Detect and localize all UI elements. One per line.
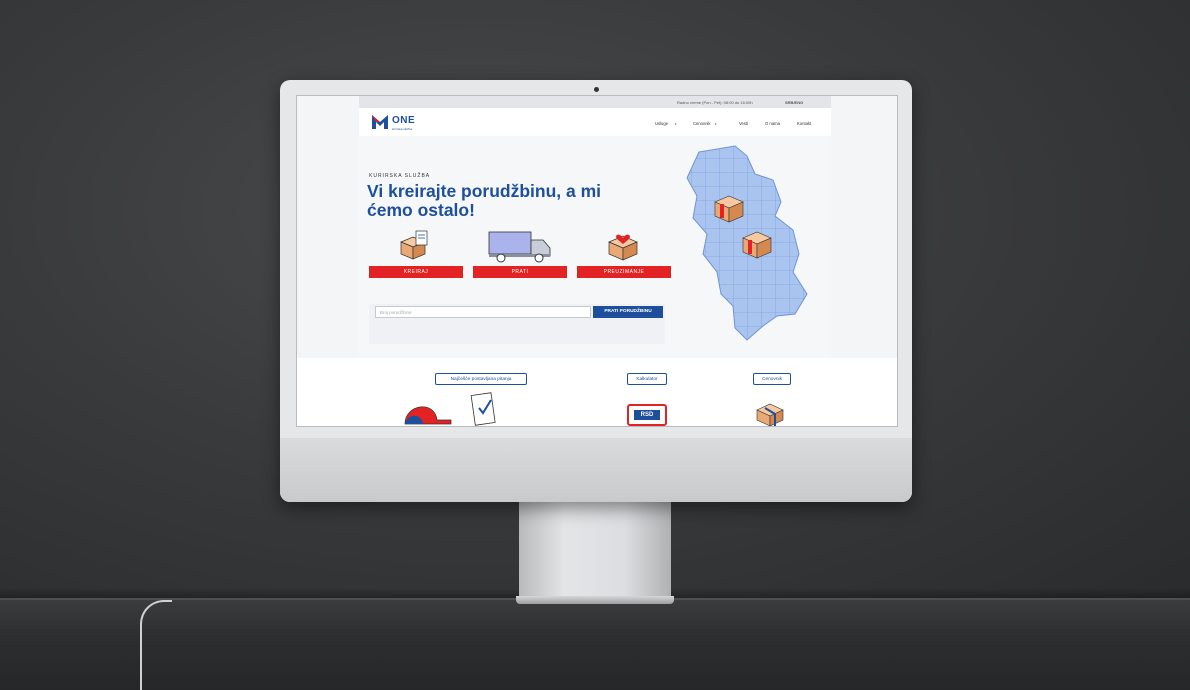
delivery-truck-icon bbox=[488, 231, 551, 263]
working-hours: Radno vreme (Pon - Pet): 08:00 do 16:00h bbox=[677, 100, 753, 105]
serbia-map-illustration bbox=[686, 145, 808, 341]
nav-item-usluge[interactable]: Usluge bbox=[655, 121, 668, 126]
concrete-shelf bbox=[0, 598, 1190, 690]
logo-m-icon[interactable] bbox=[371, 114, 389, 130]
monitor-chin bbox=[280, 438, 912, 502]
monitor-stand bbox=[519, 500, 671, 600]
package-checklist-icon bbox=[400, 230, 428, 260]
package-marker-north bbox=[714, 195, 744, 223]
power-cable bbox=[140, 600, 172, 690]
chevron-down-icon: ▾ bbox=[715, 122, 717, 126]
main-navigation: ONE kurirska služba Usluge ▾ Cenovnik ▾ … bbox=[359, 108, 831, 136]
logo-name[interactable]: ONE bbox=[392, 115, 415, 126]
logo-tagline: kurirska služba bbox=[392, 127, 413, 131]
price-box-icon bbox=[756, 403, 784, 426]
language-switch[interactable]: SRB/ENG bbox=[785, 100, 803, 105]
track-order-button[interactable]: PRATI PORUDŽBINU bbox=[593, 306, 663, 318]
monitor-stand-foot bbox=[516, 596, 674, 604]
nav-item-vesti[interactable]: Vesti bbox=[739, 121, 748, 126]
calculator-link[interactable]: Kalkulator bbox=[627, 373, 667, 385]
price-list-link[interactable]: Cenovnik bbox=[753, 373, 791, 385]
features-section bbox=[297, 358, 897, 426]
hero-eyebrow: KURIRSKA SLUŽBA bbox=[369, 173, 431, 179]
hero-headline: Vi kreirajte porudžbinu, a mi ćemo ostal… bbox=[367, 181, 602, 220]
chevron-down-icon: ▾ bbox=[675, 122, 677, 126]
top-info-bar: Radno vreme (Pon - Pet): 08:00 do 16:00h… bbox=[359, 96, 831, 108]
nav-item-o-nama[interactable]: O nama bbox=[765, 121, 780, 126]
currency-badge: RSD bbox=[634, 410, 660, 420]
website-screen: Radno vreme (Pon - Pet): 08:00 do 16:00h… bbox=[296, 95, 898, 427]
open-box-heart-icon bbox=[608, 234, 638, 261]
courier-cap-icon bbox=[404, 406, 452, 425]
nav-item-cenovnik[interactable]: Cenovnik bbox=[693, 121, 710, 126]
calculator-display: RSD bbox=[627, 404, 667, 426]
package-marker-center bbox=[742, 231, 772, 259]
create-button[interactable]: KREIRAJ bbox=[369, 266, 463, 278]
faq-link[interactable]: Najčešće postavljana pitanja bbox=[435, 373, 527, 385]
nav-item-kontakt[interactable]: Kontakt bbox=[797, 121, 811, 126]
checklist-icon bbox=[470, 392, 496, 426]
track-button[interactable]: PRATI bbox=[473, 266, 567, 278]
order-number-input[interactable]: Broj porudžbine bbox=[375, 306, 591, 318]
imac-monitor: Radno vreme (Pon - Pet): 08:00 do 16:00h… bbox=[280, 80, 912, 502]
pickup-button[interactable]: PREUZIMANJE bbox=[577, 266, 671, 278]
camera-icon bbox=[594, 87, 599, 92]
